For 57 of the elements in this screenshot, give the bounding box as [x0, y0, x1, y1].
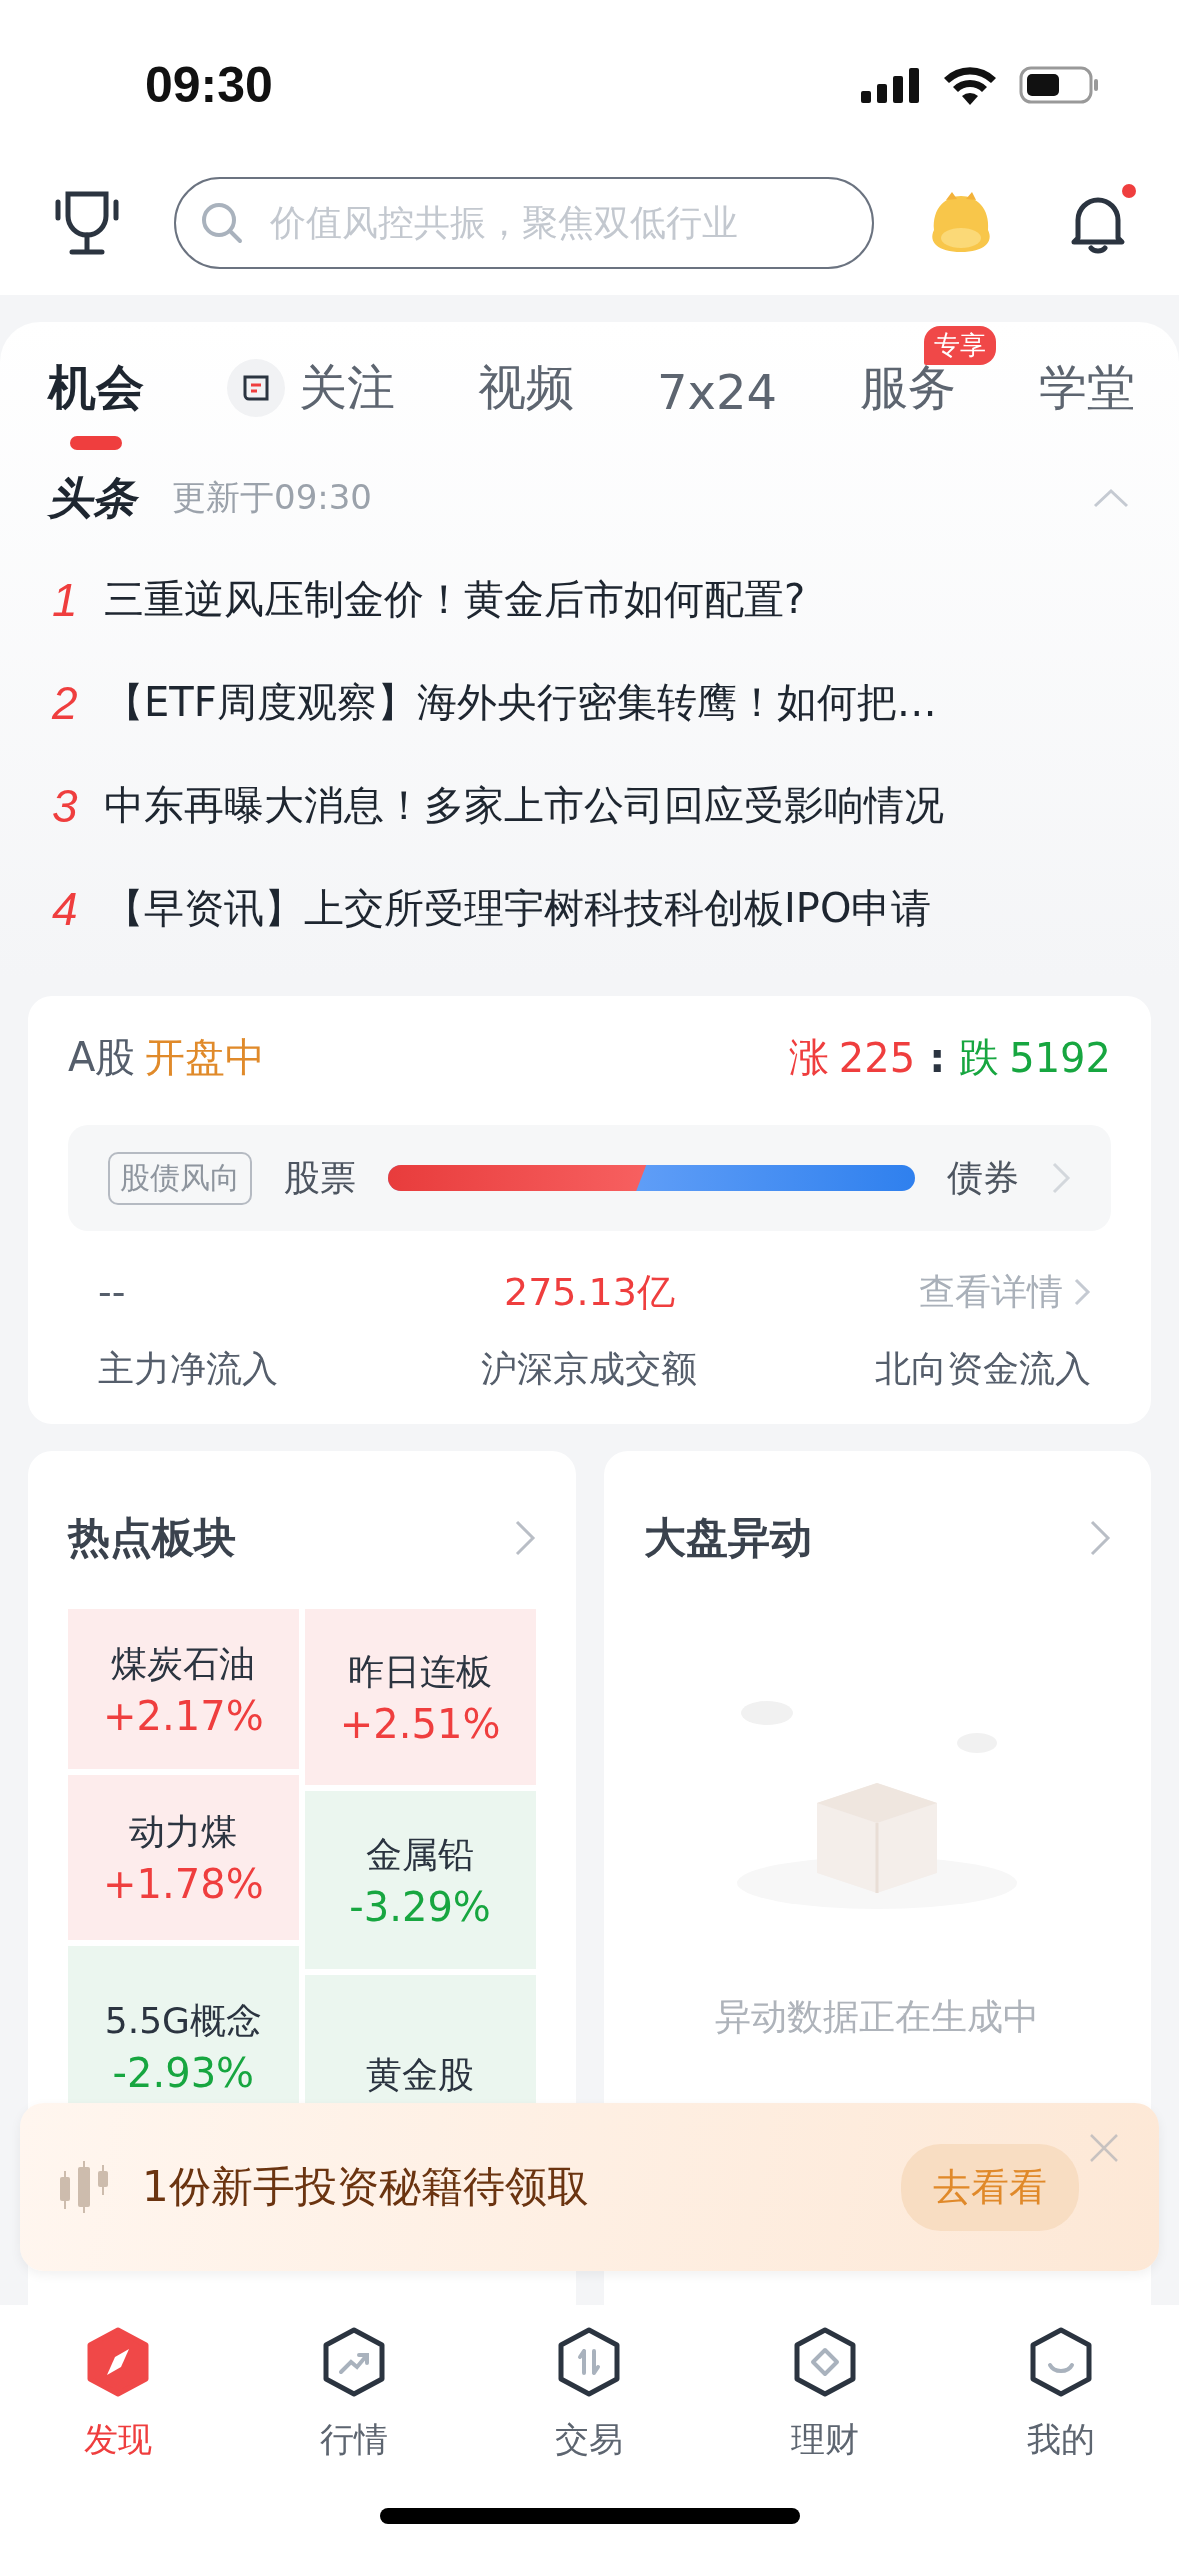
stock-label: 股票	[284, 1155, 356, 1200]
headline-rank: 4	[52, 881, 78, 936]
status-time: 09:30	[145, 56, 273, 114]
update-time: 更新于09:30	[172, 476, 373, 519]
wifi-icon	[943, 65, 997, 105]
headline-link[interactable]: 【早资讯】上交所受理宇树科技科创板IPO申请	[104, 881, 932, 936]
tab[interactable]: 7x24	[652, 364, 781, 450]
decline-label: 跌	[959, 1033, 1000, 1082]
card-title: 大盘异动	[643, 1512, 812, 1564]
chevron-right-icon	[1051, 1161, 1071, 1195]
headline-rank: 2	[52, 675, 78, 730]
chevron-icon[interactable]	[1091, 486, 1131, 510]
battery-icon	[1019, 65, 1099, 105]
chevron-right-icon	[1073, 1277, 1091, 1307]
stat-label: 沪深京成交额	[481, 1347, 698, 1391]
decline-count: 5192	[1009, 1034, 1111, 1081]
nav-item[interactable]: 交易	[555, 2327, 624, 2463]
stat-label: 主力净流入	[98, 1347, 278, 1391]
market-name: A股	[68, 1033, 136, 1082]
stat-label: 北向资金流入	[875, 1347, 1091, 1391]
nav-item[interactable]: 理财	[791, 2327, 860, 2463]
chevron-right-icon[interactable]	[513, 1519, 536, 1557]
stat-value: 275.13亿	[504, 1268, 675, 1316]
advance-count: 225	[838, 1034, 916, 1081]
headline-rank: 1	[52, 572, 78, 627]
sector-tile[interactable]: 煤炭石油 +2.17%	[68, 1609, 299, 1769]
promo-toast[interactable]: 1份新手投资秘籍待领取 去看看	[20, 2103, 1159, 2271]
tab[interactable]: 视频	[473, 356, 578, 450]
chevron-right-icon[interactable]	[1089, 1519, 1111, 1557]
sector-tile[interactable]: 昨日连板 +2.51%	[304, 1609, 536, 1785]
sector-tile[interactable]: 动力煤 +1.78%	[68, 1775, 299, 1940]
headline-link[interactable]: 【ETF周度观察】海外央行密集转鹰！如何把…	[104, 675, 937, 730]
ratio-separator: :	[928, 1034, 947, 1081]
signal-icon	[861, 67, 921, 103]
nav-item[interactable]: 行情	[319, 2327, 388, 2463]
advance-label: 涨	[788, 1033, 829, 1082]
sentiment-tag: 股债风向	[108, 1151, 252, 1205]
stat-value: --	[98, 1269, 126, 1316]
tab[interactable]: 机会	[44, 356, 148, 450]
tab-badge: 专享	[923, 326, 996, 365]
nav-item[interactable]: 发现	[83, 2327, 152, 2463]
empty-state-text: 异动数据正在生成中	[715, 1995, 1040, 2039]
headline-rank: 3	[52, 778, 78, 833]
sentiment-row[interactable]: 股债风向 股票 债券	[68, 1125, 1111, 1231]
sector-tile[interactable]: 金属铅 -3.29%	[304, 1791, 536, 1969]
nav-item[interactable]: 我的	[1027, 2327, 1096, 2463]
bond-label: 债券	[947, 1155, 1019, 1200]
headline-link[interactable]: 三重逆风压制金价！黄金后市如何配置?	[104, 572, 806, 627]
tab[interactable]: 关注	[223, 356, 399, 450]
tab[interactable]: 学堂	[1034, 356, 1139, 450]
search-field[interactable]: 价值风控共振，聚焦双低行业	[174, 176, 874, 269]
market-status: 开盘中	[145, 1033, 266, 1082]
document-icon	[227, 359, 285, 417]
close-icon[interactable]	[1089, 2133, 1119, 2163]
search-icon	[200, 200, 244, 245]
headline-link[interactable]: 中东再曝大消息！多家上市公司回应受影响情况	[104, 778, 944, 833]
card-title: 热点板块	[68, 1512, 236, 1564]
